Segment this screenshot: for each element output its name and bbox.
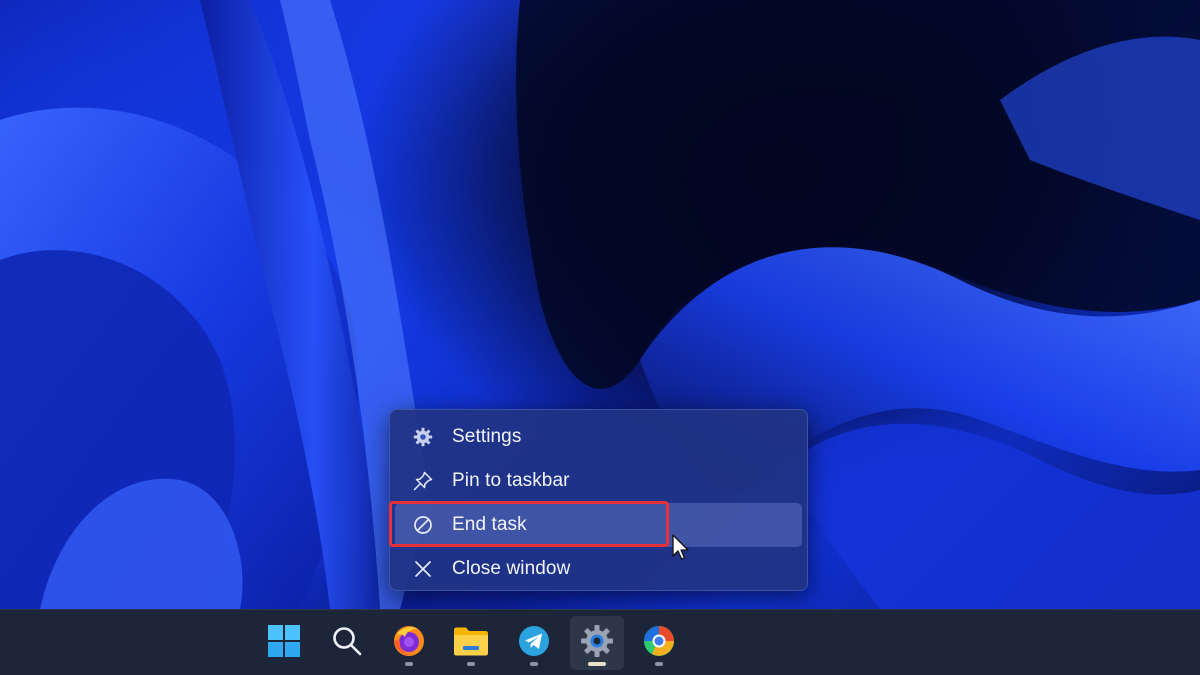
taskbar-settings-button[interactable] [570,616,624,670]
taskbar-start-button[interactable] [257,616,311,670]
menu-item-pin-to-taskbar[interactable]: Pin to taskbar [395,459,802,503]
taskbar-telegram-button[interactable] [507,616,561,670]
search-icon [331,625,363,661]
gear-icon [412,426,434,448]
menu-label-settings: Settings [452,426,522,447]
context-menu: Settings Pin to taskbar End task Close w… [389,409,808,591]
browser-icon [642,624,676,662]
windows-logo-icon [267,624,301,662]
folder-icon [453,625,489,661]
taskbar-firefox-button[interactable] [382,616,436,670]
menu-item-close-window[interactable]: Close window [395,547,802,591]
menu-item-settings[interactable]: Settings [395,415,802,459]
active-indicator [588,662,606,666]
taskbar-browser-button[interactable] [632,616,686,670]
running-indicator [467,662,475,666]
telegram-icon [518,625,550,661]
running-indicator [530,662,538,666]
close-icon [412,558,434,580]
running-indicator [405,662,413,666]
end-task-highlight-box [389,501,669,547]
taskbar [0,609,1200,675]
running-indicator [655,662,663,666]
gear-icon [580,624,614,662]
pin-icon [412,470,434,492]
taskbar-file-explorer-button[interactable] [444,616,498,670]
menu-label-pin-to-taskbar: Pin to taskbar [452,470,570,491]
mouse-pointer-icon [672,534,692,566]
taskbar-search-button[interactable] [320,616,374,670]
menu-label-close-window: Close window [452,558,571,579]
firefox-icon [392,624,426,662]
